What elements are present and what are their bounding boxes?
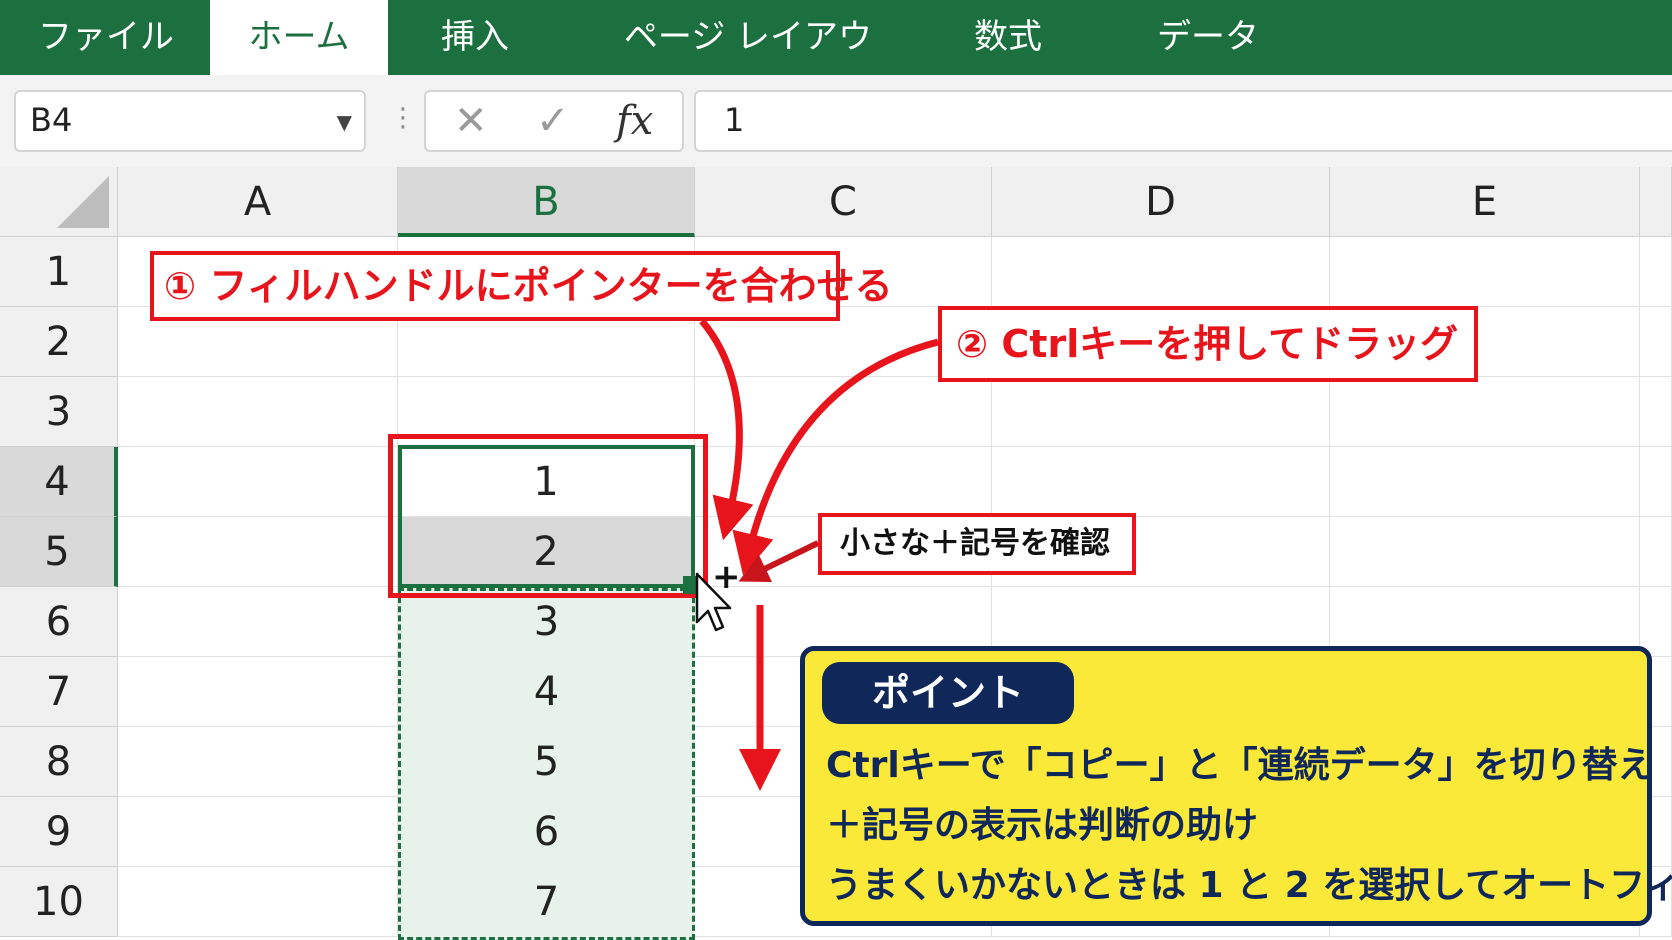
callout-step1: ① フィルハンドルにポインターを合わせる	[150, 251, 893, 321]
point-line-1: Ctrlキーで「コピー」と「連続データ」を切り替え	[826, 745, 1654, 786]
plus-cursor-icon: +	[712, 557, 741, 597]
point-label: ポイント	[822, 662, 1074, 724]
arrow-step1	[699, 318, 754, 541]
arrow-plus-note	[738, 540, 820, 582]
callout-plus-note: 小さな＋記号を確認	[818, 513, 1136, 575]
point-line-3: うまくいかないときは 1 と 2 を選択してオートフィル	[826, 865, 1672, 906]
callout-step2: ② Ctrlキーを押してドラッグ	[938, 306, 1478, 382]
point-line-2: ＋記号の表示は判断の助け	[826, 805, 1259, 846]
